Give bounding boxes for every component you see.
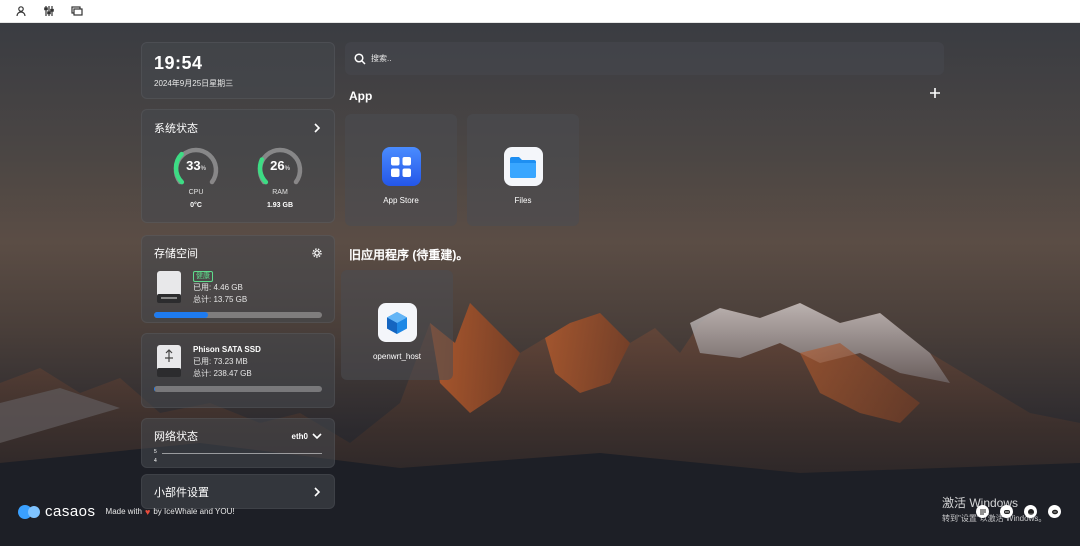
app-label: openwrt_host	[372, 352, 422, 361]
ram-unit: %	[284, 166, 290, 172]
cpu-value: 33	[186, 158, 201, 173]
chat-icon[interactable]	[976, 505, 989, 518]
app-label: App Store	[383, 196, 419, 205]
network-chart: 5 4	[154, 449, 322, 464]
message-icon[interactable]	[1048, 505, 1061, 518]
network-line	[162, 453, 322, 454]
network-widget: 网络状态 eth0 5 4	[141, 418, 335, 468]
clock-widget: 19:54 2024年9月25日星期三	[141, 42, 335, 99]
made-by-label: by IceWhale and YOU!	[153, 507, 235, 516]
logo-text: casaos	[45, 503, 96, 520]
ssd-used: 已用: 73.23 MB	[193, 357, 248, 366]
app-tile-app-store[interactable]: App Store	[345, 114, 457, 226]
casaos-logo-icon	[18, 504, 40, 519]
search-icon	[354, 52, 366, 65]
ssd-widget: Phison SATA SSD 已用: 73.23 MB 总计: 238.47 …	[141, 333, 335, 408]
made-with-label: Made with	[105, 507, 142, 516]
ram-value: 26	[270, 158, 285, 173]
ssd-usage-bar	[154, 386, 322, 392]
top-toolbar	[0, 0, 1080, 23]
search-bar	[345, 42, 944, 75]
chevron-right-icon	[314, 486, 321, 497]
chevron-down-icon	[312, 433, 322, 440]
disk-drive-icon	[157, 271, 181, 303]
casaos-logo[interactable]: casaos	[17, 503, 96, 520]
interface-name: eth0	[291, 431, 308, 441]
clock-time: 19:54	[154, 53, 203, 73]
apps-section-title: App	[349, 89, 373, 103]
usb-drive-icon	[157, 345, 181, 377]
cpu-temp: 0°C	[190, 202, 202, 209]
app-tile-openwrt-host[interactable]: openwrt_host	[341, 270, 453, 380]
social-links	[976, 505, 1061, 518]
desktop-background: 19:54 2024年9月25日星期三 系统状态 33% CPU 0°C 26%…	[0, 23, 1080, 546]
system-status-title: 系统状态	[154, 123, 198, 135]
cpu-label: CPU	[188, 189, 204, 196]
search-input[interactable]	[371, 54, 931, 63]
cpu-gauge: 33% CPU 0°C	[168, 140, 224, 209]
user-icon[interactable]	[14, 4, 28, 18]
storage-widget: 存储空间 健康 已用: 4.46 GB 总计: 13.75 GB	[141, 235, 335, 323]
cpu-unit: %	[200, 166, 206, 172]
network-title: 网络状态	[154, 431, 198, 443]
heart-icon: ♥	[145, 506, 151, 517]
ram-gauge: 26% RAM 1.93 GB	[252, 140, 308, 209]
storage-used: 已用: 4.46 GB	[193, 283, 243, 292]
ssd-total: 总计: 238.47 GB	[193, 369, 252, 378]
system-status-widget: 系统状态 33% CPU 0°C 26% RAM 1.93 GB	[141, 109, 335, 223]
ssd-name: Phison SATA SSD	[193, 345, 261, 354]
sliders-icon[interactable]	[42, 4, 56, 18]
network-axis-top: 5	[154, 449, 157, 455]
ram-usage: 1.93 GB	[266, 202, 294, 209]
app-tile-files[interactable]: Files	[467, 114, 579, 226]
chevron-right-icon[interactable]	[312, 123, 322, 133]
made-with-text: Made with ♥ by IceWhale and YOU!	[106, 507, 235, 517]
app-store-icon	[381, 147, 421, 186]
ram-label: RAM	[272, 189, 288, 196]
cube-icon	[377, 303, 417, 342]
network-axis-bottom: 4	[154, 458, 157, 464]
storage-title: 存储空间	[154, 248, 198, 260]
footer: casaos Made with ♥ by IceWhale and YOU!	[17, 503, 235, 520]
gear-icon[interactable]	[312, 248, 322, 258]
github-icon[interactable]	[1024, 505, 1037, 518]
folder-icon	[503, 147, 543, 186]
interface-select[interactable]: eth0	[292, 431, 322, 441]
app-label: Files	[514, 196, 532, 205]
health-badge: 健康	[193, 271, 213, 282]
clock-date: 2024年9月25日星期三	[154, 79, 234, 88]
storage-usage-fill	[154, 312, 208, 318]
ssd-usage-fill	[154, 386, 155, 392]
widget-settings-label: 小部件设置	[154, 486, 209, 499]
storage-usage-bar	[154, 312, 322, 318]
add-app-icon[interactable]	[929, 87, 941, 99]
storage-total: 总计: 13.75 GB	[193, 295, 248, 304]
windows-icon[interactable]	[70, 4, 84, 18]
discord-icon[interactable]	[1000, 505, 1013, 518]
legacy-apps-section-title: 旧应用程序 (待重建)。	[349, 248, 469, 262]
